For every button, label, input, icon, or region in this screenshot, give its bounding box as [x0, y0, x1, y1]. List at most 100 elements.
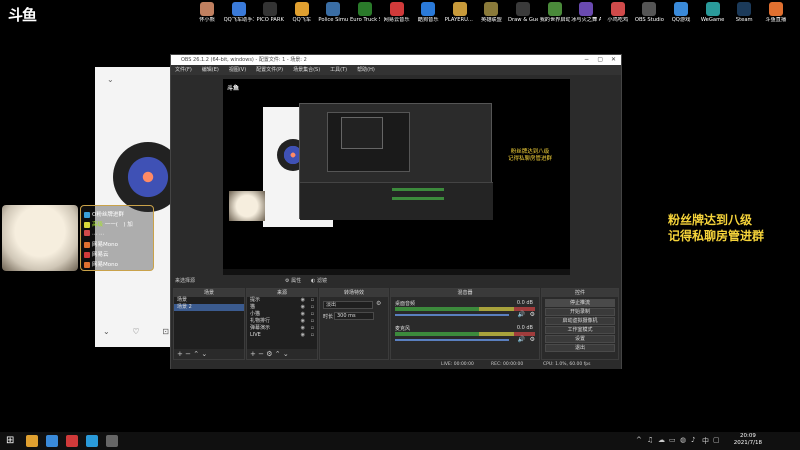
desktop-icon[interactable]: PLAYERU... BATTLEGR...	[445, 2, 475, 42]
app-icon	[326, 2, 341, 16]
transition-select[interactable]: 淡出	[323, 301, 373, 309]
maximize-icon[interactable]: ▢	[597, 55, 603, 65]
lock-icon[interactable]: ▫	[311, 325, 314, 332]
desktop-icon[interactable]: Euro Truck Simulator 2	[350, 2, 380, 42]
desktop-icon[interactable]: QQ飞车	[287, 2, 317, 42]
tray-icon[interactable]: ♪	[691, 436, 695, 444]
source-toolbar: 来选择源 ⚙ 属性 ◐ 滤镜	[171, 275, 621, 287]
lock-icon[interactable]: ▫	[311, 318, 314, 325]
desktop-icon[interactable]: 冰与火之舞 A Dance of F...	[571, 2, 601, 42]
chat-text: 网易Mono	[92, 262, 118, 268]
add-icon[interactable]: +	[177, 350, 183, 358]
properties-button[interactable]: ⚙ 属性	[285, 275, 301, 287]
desktop-icon[interactable]: QQ游戏	[666, 2, 696, 42]
source-item[interactable]: LIVE ◉ ▫	[247, 332, 317, 339]
start-icon[interactable]: ⊞	[6, 435, 18, 447]
obs-footer: LIVE: 00:00:00 REC: 00:00:00 CPU: 1.0%, …	[171, 360, 621, 369]
menu-item[interactable]: 工具(T)	[330, 65, 347, 75]
control-button[interactable]: 退出	[545, 344, 615, 352]
control-button[interactable]: 设置	[545, 335, 615, 343]
minimize-icon[interactable]: −	[584, 55, 589, 65]
tray-icon[interactable]: ▢	[713, 436, 720, 444]
desktop-icon[interactable]: 小鸡吃鸡	[603, 2, 633, 42]
chevron-down-icon[interactable]: ⌄	[103, 327, 110, 337]
up-icon[interactable]: ⌃	[275, 350, 281, 358]
volume-slider[interactable]	[395, 339, 509, 341]
tray-icon[interactable]: ▭	[669, 436, 676, 444]
menu-item[interactable]: 文件(F)	[175, 65, 192, 75]
gear-icon[interactable]: ⚙	[530, 311, 535, 318]
down-icon[interactable]: ⌄	[201, 350, 207, 358]
add-icon[interactable]: +	[250, 350, 256, 358]
volume-slider[interactable]	[395, 314, 509, 316]
desktop-icon[interactable]: 英雄联盟	[476, 2, 506, 42]
desktop-icon[interactable]: PICO PARK	[255, 2, 285, 42]
tray-icon[interactable]: ^	[636, 436, 642, 444]
heart-icon[interactable]: ♡	[132, 327, 139, 337]
source-item[interactable]: 提示 ◉ ▫	[247, 297, 317, 304]
eye-icon[interactable]: ◉	[301, 332, 305, 339]
tray-icon[interactable]: ◍	[680, 436, 686, 444]
app2-icon[interactable]	[46, 435, 58, 447]
control-button[interactable]: 开始录制	[545, 308, 615, 316]
eye-icon[interactable]: ◉	[301, 318, 305, 325]
eye-icon[interactable]: ◉	[301, 311, 305, 318]
source-item[interactable]: 猫 ◉ ▫	[247, 304, 317, 311]
menu-item[interactable]: 配置文件(P)	[256, 65, 283, 75]
source-item[interactable]: 弹幕演示 ◉ ▫	[247, 325, 317, 332]
up-icon[interactable]: ⌃	[193, 350, 199, 358]
control-button[interactable]: 停止推流	[545, 299, 615, 307]
desktop-icon[interactable]: OBS Studio	[634, 2, 664, 42]
duration-input[interactable]: 300 ms	[334, 312, 374, 320]
close-icon[interactable]: ✕	[611, 55, 616, 65]
menu-item[interactable]: 场景集合(S)	[293, 65, 320, 75]
remove-icon[interactable]: −	[185, 350, 191, 358]
obs-preview[interactable]: 斗鱼 粉丝牌达到八级 记得私聊房管进群	[223, 79, 570, 275]
share-icon[interactable]: ⊡	[162, 327, 169, 337]
app4-icon[interactable]	[86, 435, 98, 447]
eye-icon[interactable]: ◉	[301, 304, 305, 311]
menu-item[interactable]: 视图(V)	[229, 65, 246, 75]
desktop-icon[interactable]: WeGame	[698, 2, 728, 42]
tray-icon[interactable]: ☁	[658, 436, 665, 444]
remove-icon[interactable]: −	[258, 350, 264, 358]
down-icon[interactable]: ⌄	[283, 350, 289, 358]
menu-item[interactable]: 编辑(E)	[202, 65, 219, 75]
lock-icon[interactable]: ▫	[311, 332, 314, 339]
desktop-icon[interactable]: 网易云音乐	[382, 2, 412, 42]
scene-item[interactable]: 场景	[174, 297, 244, 304]
source-label: 小猫	[250, 311, 261, 317]
desktop-icon[interactable]: Draw & Guess	[508, 2, 538, 42]
control-button[interactable]: 启动虚拟摄像机	[545, 317, 615, 325]
filters-button[interactable]: ◐ 滤镜	[311, 275, 327, 287]
clock[interactable]: 20:09 2021/7/18	[734, 433, 762, 447]
gear-icon[interactable]: ⚙	[530, 336, 535, 343]
menu-item[interactable]: 帮助(H)	[357, 65, 375, 75]
gear-icon[interactable]: ⚙	[376, 300, 381, 307]
speaker-icon[interactable]: 🔊	[518, 336, 525, 343]
desktop-icon[interactable]: Steam	[729, 2, 759, 42]
desktop-icon[interactable]: 斗鱼直播	[761, 2, 791, 42]
lock-icon[interactable]: ▫	[311, 297, 314, 304]
tray-icon[interactable]: 中	[702, 436, 709, 446]
gear-icon[interactable]: ⚙	[266, 350, 272, 358]
source-item[interactable]: 礼物排行 ◉ ▫	[247, 318, 317, 325]
desktop-icon-label: Steam	[735, 17, 753, 23]
eye-icon[interactable]: ◉	[301, 297, 305, 304]
lock-icon[interactable]: ▫	[311, 304, 314, 311]
desktop-icon[interactable]: 怀小熊	[192, 2, 222, 42]
source-item[interactable]: 小猫 ◉ ▫	[247, 311, 317, 318]
desktop-icon[interactable]: 酷狗音乐	[413, 2, 443, 42]
scene-item[interactable]: 场景 2	[174, 304, 244, 311]
obs-icon[interactable]	[106, 435, 118, 447]
netease-icon[interactable]	[66, 435, 78, 447]
tray-icon[interactable]: ♫	[647, 436, 653, 444]
speaker-icon[interactable]: 🔊	[518, 311, 525, 318]
desktop-icon[interactable]: QQ飞车助手工具	[224, 2, 254, 42]
control-button[interactable]: 工作室模式	[545, 326, 615, 334]
chrome-icon[interactable]	[26, 435, 38, 447]
eye-icon[interactable]: ◉	[301, 325, 305, 332]
lock-icon[interactable]: ▫	[311, 311, 314, 318]
desktop-icon[interactable]: Police Simulat...	[318, 2, 348, 42]
desktop-icon[interactable]: 我的世界启动器	[540, 2, 570, 42]
